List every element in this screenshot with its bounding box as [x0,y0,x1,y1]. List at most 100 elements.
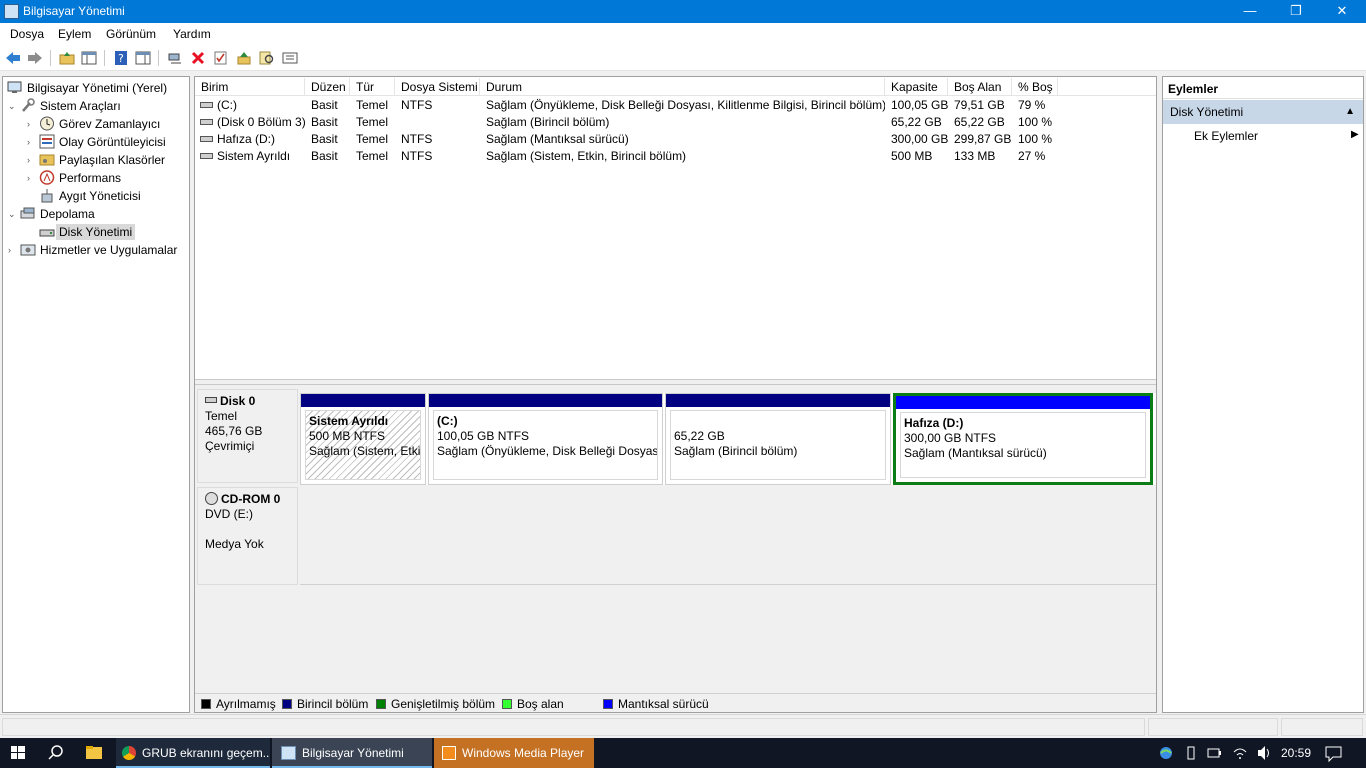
network-globe-icon[interactable] [1158,738,1174,768]
disk0-partitions: Sistem Ayrıldı 500 MB NTFS Sağlam (Sistem,… [300,393,1156,485]
wifi-icon[interactable] [1232,738,1248,768]
chevron-right-icon[interactable]: › [27,116,37,132]
show-hide-tree-icon[interactable] [80,49,98,67]
cell-text: 79,51 GB [954,98,1005,112]
disk0-name: Disk 0 [220,394,256,408]
forward-icon[interactable] [26,49,44,67]
battery-icon[interactable] [1206,738,1222,768]
column-header-bos-alan[interactable]: Boş Alan [948,78,1012,96]
column-header-yuzde-bos[interactable]: % Boş [1012,78,1058,96]
volume-icon[interactable] [1256,738,1272,768]
chevron-right-icon[interactable]: › [27,134,37,150]
disk-drive-icon [205,397,217,403]
actions-section-disk-management[interactable]: Disk Yönetimi ▲ [1163,100,1363,124]
clock-time[interactable]: 20:59 [1281,738,1311,768]
menu-gorunum[interactable]: Görünüm [106,27,156,41]
column-header-kapasite[interactable]: Kapasite [885,78,948,96]
taskbar-chrome[interactable]: GRUB ekranını geçem... [116,738,270,768]
more-actions-item[interactable]: Ek Eylemler [1194,129,1258,143]
partition-name: (C:) [437,414,458,428]
partition-3[interactable]: Hafıza (D:) 300,00 GB NTFS Sağlam (Mantıks… [893,393,1153,485]
cell-tur: Temel [350,97,395,114]
cell-kapasite: 100,05 GB [885,97,948,114]
cell-text: 27 % [1018,149,1046,163]
partition-size: 65,22 GB [674,429,725,443]
cell-text: Sağlam (Önyükleme, Disk Belleği Dosyası,… [486,98,885,112]
chevron-right-icon[interactable]: › [8,242,18,258]
close-button[interactable]: ✕ [1319,0,1365,23]
tree-item-disk-management[interactable]: Disk Yönetimi [27,223,189,241]
search-button[interactable] [38,738,74,768]
usb-icon[interactable] [1184,738,1198,768]
tree-item-services[interactable]: › Hizmetler ve Uygulamalar [8,241,188,259]
maximize-button[interactable]: ❐ [1273,0,1319,23]
column-header-tur[interactable]: Tür [350,78,395,96]
check-icon[interactable] [212,49,230,67]
tree-item-event-viewer[interactable]: › Olay Görüntüleyicisi [27,133,189,151]
status-segment-main [2,718,1145,736]
search-icon[interactable] [258,49,276,67]
tree-item-performance[interactable]: › Performans [27,169,189,187]
disk0-header[interactable]: Disk 0 Temel 465,76 GB Çevrimiçi [197,389,298,483]
menu-eylem[interactable]: Eylem [58,27,91,41]
action-center-icon[interactable] [1324,738,1344,768]
chevron-right-icon[interactable]: › [27,152,37,168]
cdrom0-header[interactable]: CD-ROM 0 DVD (E:) Medya Yok [197,487,298,585]
menu-dosya[interactable]: Dosya [10,27,44,41]
properties-pane-icon[interactable] [134,49,152,67]
partition-0[interactable]: Sistem Ayrıldı 500 MB NTFS Sağlam (Sistem,… [300,393,426,485]
partition-1[interactable]: (C:) 100,05 GB NTFS Sağlam (Önyükleme, Dis… [428,393,663,485]
legend-swatch [282,699,292,709]
media-player-icon [442,746,456,760]
connect-icon[interactable] [166,49,184,67]
start-button[interactable] [0,738,36,768]
tree-item-storage[interactable]: ⌄ Depolama [8,205,188,223]
column-header-dosya-sistemi[interactable]: Dosya Sistemi [395,78,480,96]
column-header-durum[interactable]: Durum [480,78,885,96]
services-icon [20,242,36,257]
search-icon [48,745,63,760]
partition-2[interactable]: 65,22 GB Sağlam (Birincil bölüm) [665,393,891,485]
status-segment-2 [1148,718,1278,736]
tree-label-system-tools: Sistem Araçları [40,99,121,113]
tree-item-device-manager[interactable]: Aygıt Yöneticisi [27,187,189,205]
tree-item-task-scheduler[interactable]: › Görev Zamanlayıcı [27,115,189,133]
cell-kapasite: 500 MB [885,148,948,165]
view-icon[interactable] [281,49,299,67]
back-icon[interactable] [4,49,22,67]
column-header-duzen[interactable]: Düzen [305,78,350,96]
table-row[interactable]: (C:) Basit Temel NTFS Sağlam (Önyükleme, Dis… [195,97,1156,114]
table-row[interactable]: (Disk 0 Bölüm 3) Basit Temel Sağlam (Birinc… [195,114,1156,131]
actions-pane: Eylemler Disk Yönetimi ▲ Ek Eylemler ▶ [1162,76,1364,713]
help-icon[interactable]: ? [112,49,130,67]
chevron-down-icon[interactable]: ⌄ [8,98,18,114]
import-icon[interactable] [235,49,253,67]
tree-item-shared-folders[interactable]: › Paylaşılan Klasörler [27,151,189,169]
up-folder-icon[interactable] [58,49,76,67]
cell-tur: Temel [350,148,395,165]
menu-yardim[interactable]: Yardım [173,27,211,41]
partition-bar [666,394,890,407]
table-row[interactable]: Sistem Ayrıldı Basit Temel NTFS Sağlam (Sist… [195,148,1156,165]
column-header-birim[interactable]: Birim [195,78,305,96]
cell-bos-alan: 79,51 GB [948,97,1012,114]
partition-info: Sistem Ayrıldı 500 MB NTFS Sağlam (Sistem,… [305,410,421,480]
tree-label-task-scheduler: Görev Zamanlayıcı [59,117,161,131]
chevron-right-icon[interactable]: ▶ [1351,129,1359,140]
partition-info: Hafıza (D:) 300,00 GB NTFS Sağlam (Mantıks… [900,412,1146,478]
tree-item-root[interactable]: Bilgisayar Yönetimi (Yerel) [6,79,190,97]
legend-item: Genişletilmiş bölüm [376,697,495,711]
table-row[interactable]: Hafıza (D:) Basit Temel NTFS Sağlam (Mantıks… [195,131,1156,148]
file-explorer-button[interactable] [76,738,112,768]
taskbar-media-player[interactable]: Windows Media Player [434,738,594,768]
actions-section-label: Disk Yönetimi [1170,105,1244,119]
cdrom0-title-row: CD-ROM 0 [205,492,297,507]
tree-item-system-tools[interactable]: ⌄ Sistem Araçları [8,97,188,115]
chevron-right-icon[interactable]: › [27,170,37,186]
taskbar-computer-management[interactable]: Bilgisayar Yönetimi [272,738,432,768]
chevron-down-icon[interactable]: ⌄ [8,206,18,222]
window-title: Bilgisayar Yönetimi [23,4,125,18]
minimize-button[interactable]: — [1227,0,1273,23]
delete-icon[interactable] [189,49,207,67]
collapse-up-icon[interactable]: ▲ [1345,106,1355,117]
